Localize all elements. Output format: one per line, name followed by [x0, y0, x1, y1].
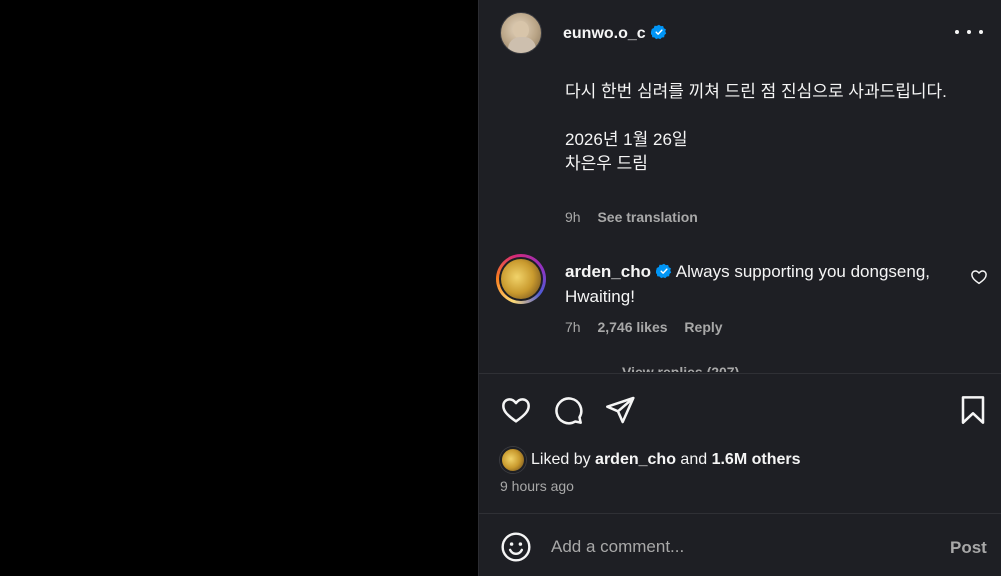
add-comment-bar: Post — [479, 513, 1001, 576]
comment-icon[interactable] — [552, 394, 584, 426]
liked-by-others[interactable]: 1.6M others — [712, 451, 801, 468]
comment-author[interactable]: arden_cho — [565, 262, 651, 281]
liked-by-text: Liked by arden_cho and 1.6M others — [531, 451, 801, 469]
post-side-panel: eunwo.o_c 다시 한번 심려를 끼쳐 드린 점 진심으로 사과드립니다.… — [478, 0, 1001, 576]
post-comment-button[interactable]: Post — [950, 538, 987, 558]
verified-badge-icon — [650, 24, 666, 40]
author-username-row[interactable]: eunwo.o_c — [563, 24, 667, 43]
comment-body: arden_cho Always supporting you dongseng… — [565, 259, 965, 309]
caption-meta: 9h See translation — [565, 209, 698, 225]
liked-by-row: Liked by arden_cho and 1.6M others — [500, 447, 801, 473]
verified-badge-icon — [655, 263, 672, 279]
comment-heart-icon[interactable] — [970, 268, 988, 286]
post-viewer: eunwo.o_c 다시 한번 심려를 끼쳐 드린 점 진심으로 사과드립니다.… — [0, 0, 1001, 576]
liked-by-connector: and — [680, 451, 708, 468]
liked-by-prefix: Liked by — [531, 451, 591, 468]
author-avatar[interactable] — [500, 12, 542, 54]
reply-button[interactable]: Reply — [684, 319, 722, 335]
liked-by-user[interactable]: arden_cho — [595, 451, 676, 468]
post-caption: 다시 한번 심려를 끼쳐 드린 점 진심으로 사과드립니다. 2026년 1월 … — [565, 82, 947, 173]
post-media-area — [0, 0, 478, 576]
more-icon — [955, 30, 959, 34]
comment-input[interactable] — [551, 534, 931, 560]
bookmark-icon[interactable] — [957, 394, 989, 426]
share-icon[interactable] — [604, 394, 636, 426]
emoji-icon[interactable] — [500, 531, 532, 563]
see-translation-button[interactable]: See translation — [597, 209, 697, 225]
more-options-button[interactable] — [955, 20, 983, 44]
heart-icon[interactable] — [500, 394, 532, 426]
caption-time: 9h — [565, 209, 581, 225]
post-actions: Liked by arden_cho and 1.6M others 9 hou… — [479, 373, 1001, 513]
view-replies-button[interactable]: View replies (207) — [622, 364, 739, 372]
liked-by-avatar[interactable] — [500, 447, 526, 473]
comment-time: 7h — [565, 319, 581, 335]
comment-avatar[interactable] — [496, 254, 546, 304]
post-timestamp[interactable]: 9 hours ago — [500, 478, 574, 494]
author-username[interactable]: eunwo.o_c — [563, 25, 646, 42]
comment-likes[interactable]: 2,746 likes — [597, 319, 667, 335]
comments-scroll-area[interactable]: 다시 한번 심려를 끼쳐 드린 점 진심으로 사과드립니다. 2026년 1월 … — [479, 68, 1001, 372]
comment-meta: 7h 2,746 likes Reply — [565, 319, 736, 335]
post-header: eunwo.o_c — [479, 0, 1001, 68]
